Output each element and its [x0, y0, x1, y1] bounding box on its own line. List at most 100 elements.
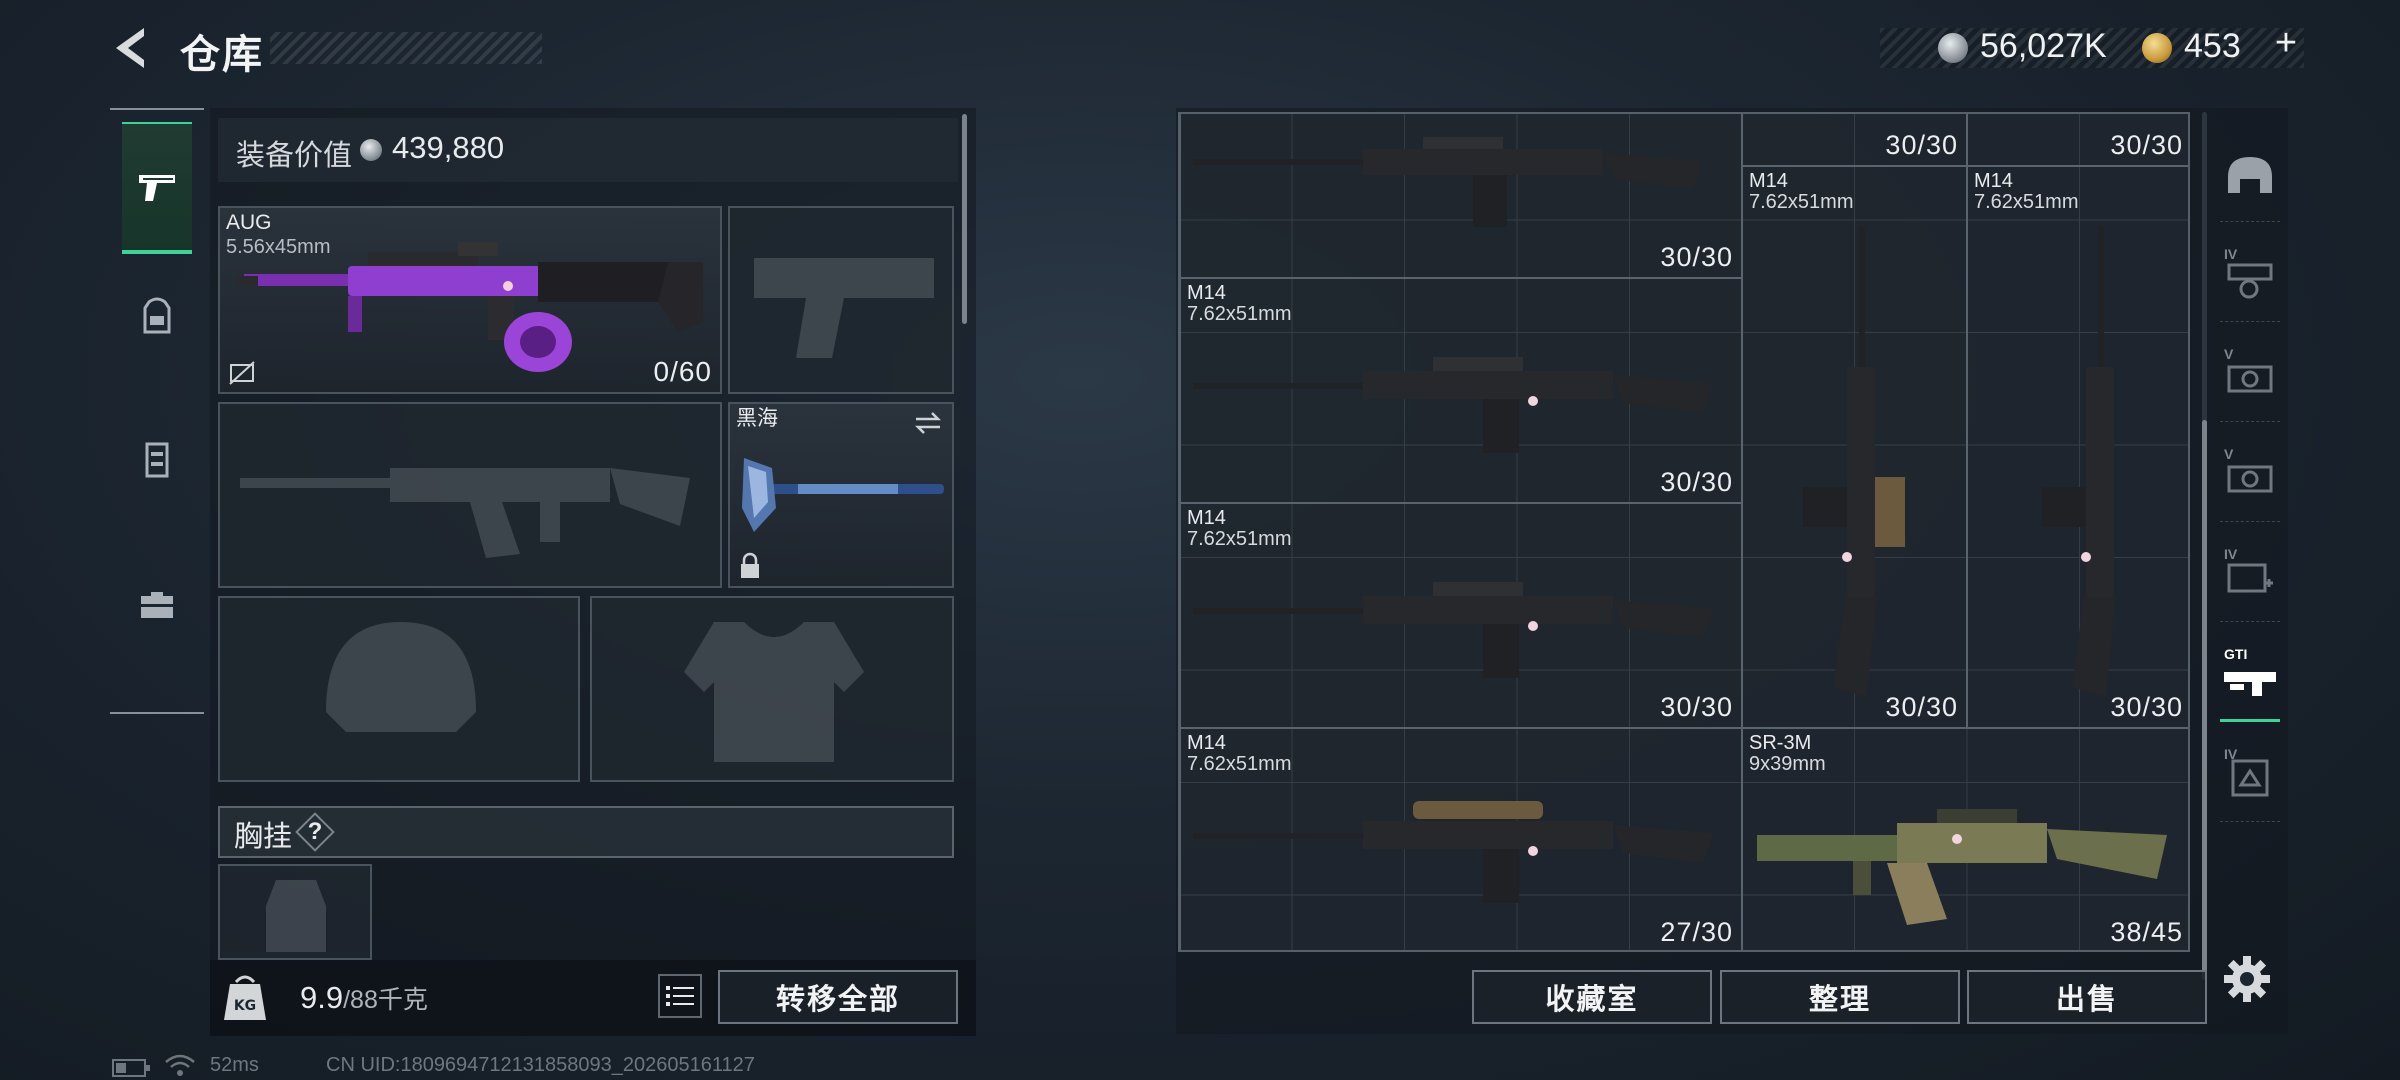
- filter-tab-helmet[interactable]: [2220, 132, 2280, 222]
- tier-label: GTI: [2224, 646, 2248, 662]
- item-ammo: 30/30: [1660, 242, 1733, 272]
- wifi-icon: [165, 1054, 195, 1076]
- sell-button[interactable]: 出售: [1967, 970, 2207, 1024]
- weight-icon: KG: [224, 975, 266, 1020]
- rifle-placeholder-icon: [240, 468, 690, 558]
- weapon-ammo: 0/60: [653, 356, 712, 387]
- gold-amount: 453: [2184, 27, 2241, 65]
- filter-tab-medical[interactable]: IV: [2220, 532, 2280, 622]
- chest-rig-placeholder-icon: [266, 880, 326, 952]
- item-name: M14: [1187, 507, 1226, 529]
- axe-icon: [742, 458, 944, 532]
- stash-item[interactable]: M14 7.62x51mm 30/30: [1180, 278, 1742, 503]
- pistol-icon: [139, 175, 175, 201]
- weight-icon-label: KG: [234, 998, 256, 1014]
- helmet-slot[interactable]: [218, 596, 580, 782]
- weight-display: 9.9/88千克: [300, 980, 428, 1016]
- help-label: ?: [307, 818, 323, 845]
- item-name: M14: [1187, 732, 1226, 754]
- stash-grid: 30/30 30/30 30/30 M14 7.62x51mm 30/30 M1…: [1178, 112, 2190, 952]
- m14-rifle-icon: [2042, 227, 2116, 697]
- item-ammo: 30/30: [1660, 692, 1733, 722]
- item-ammo: 30/30: [1885, 130, 1958, 160]
- item-ammo: 30/30: [1660, 467, 1733, 497]
- tier-label: V: [2224, 346, 2234, 362]
- item-caliber: 7.62x51mm: [1974, 191, 2079, 213]
- tier-label: IV: [2224, 246, 2238, 262]
- backpack-icon: [143, 297, 171, 334]
- tier-label: IV: [2224, 746, 2238, 762]
- category-weapons[interactable]: [122, 122, 192, 254]
- title-decoration: [270, 32, 542, 64]
- swap-icon[interactable]: [912, 410, 944, 436]
- stash-item[interactable]: 30/30: [1742, 114, 1967, 166]
- sr3m-rifle-icon: [1757, 809, 2167, 925]
- add-currency-button[interactable]: +: [2266, 22, 2306, 65]
- m14-rifle-icon: [1193, 137, 1703, 227]
- stash-item[interactable]: SR-3M 9x39mm 38/45: [1742, 728, 2188, 950]
- primary-weapon-slot[interactable]: AUG 5.56x45mm 0/60: [218, 206, 722, 394]
- silver-coin-icon: [1938, 33, 1968, 63]
- item-caliber: 7.62x51mm: [1749, 191, 1854, 213]
- battery-icon: [112, 1059, 150, 1077]
- tier-label: V: [2224, 446, 2234, 462]
- filter-tab-armor[interactable]: IV: [2220, 732, 2280, 822]
- category-vest[interactable]: [122, 394, 192, 526]
- back-button[interactable]: [108, 24, 156, 72]
- vest-icon: [145, 442, 169, 478]
- chest-rig-slot[interactable]: [218, 864, 372, 960]
- tier-label: IV: [2224, 546, 2238, 562]
- organize-button[interactable]: 整理: [1720, 970, 1960, 1024]
- aug-rifle-icon: [238, 242, 703, 372]
- melee-name: 黑海: [736, 407, 778, 430]
- back-arrow-icon: [116, 28, 144, 68]
- settings-gear-icon[interactable]: [2222, 954, 2272, 1004]
- armor-slot[interactable]: [590, 596, 954, 782]
- item-caliber: 7.62x51mm: [1187, 303, 1292, 325]
- filter-tab-optic-v[interactable]: V: [2220, 332, 2280, 422]
- help-icon[interactable]: ?: [298, 815, 332, 849]
- item-name: M14: [1187, 282, 1226, 304]
- uid-label: CN UID:1809694712131858093_202605161127: [326, 1054, 755, 1076]
- helmet-icon: [2228, 156, 2272, 193]
- filter-tab-optic-v2[interactable]: V: [2220, 432, 2280, 522]
- stash-item[interactable]: M14 7.62x51mm 30/30: [1742, 166, 1967, 728]
- helmet-placeholder-icon: [326, 622, 476, 732]
- melee-slot[interactable]: 黑海: [728, 402, 954, 588]
- armor-placeholder-icon: [684, 622, 864, 762]
- list-view-button[interactable]: [658, 974, 702, 1018]
- stash-item[interactable]: M14 7.62x51mm 30/30: [1967, 166, 2188, 728]
- category-backpack[interactable]: [122, 250, 192, 382]
- item-name: M14: [1974, 170, 2013, 192]
- stash-scrollbar[interactable]: [2202, 420, 2207, 980]
- stash-item[interactable]: M14 7.62x51mm 27/30: [1180, 728, 1742, 950]
- chest-rig-label: 胸挂: [234, 821, 293, 853]
- transfer-all-button[interactable]: 转移全部: [718, 970, 958, 1024]
- secondary-weapon-slot[interactable]: [218, 402, 722, 588]
- toolbox-icon: [141, 592, 173, 618]
- ping-label: 52ms: [210, 1054, 259, 1076]
- item-ammo: 30/30: [1885, 692, 1958, 722]
- filter-tab-scope[interactable]: IV: [2220, 232, 2280, 322]
- lock-icon: [741, 552, 759, 578]
- item-caliber: 7.62x51mm: [1187, 753, 1292, 775]
- item-caliber: 7.62x51mm: [1187, 528, 1292, 550]
- stash-item[interactable]: 30/30: [1967, 114, 2188, 166]
- m14-rifle-icon: [1803, 227, 1905, 697]
- pistol-slot[interactable]: [728, 206, 954, 394]
- category-nav: [110, 108, 204, 714]
- collection-room-button[interactable]: 收藏室: [1472, 970, 1712, 1024]
- stash-filter-tabs: IV V V IV GTI IV: [2212, 116, 2286, 956]
- item-ammo: 30/30: [2110, 692, 2183, 722]
- category-toolbox[interactable]: [122, 538, 192, 670]
- filter-tab-weapons[interactable]: GTI: [2220, 632, 2280, 722]
- weight-max: /88千克: [343, 986, 428, 1014]
- equipment-value-label: 装备价值: [236, 140, 353, 172]
- weight-current: 9.9: [300, 980, 344, 1015]
- stash-item[interactable]: 30/30: [1180, 114, 1742, 278]
- m14-scoped-rifle-icon: [1193, 801, 1713, 903]
- stash-item[interactable]: M14 7.62x51mm 30/30: [1180, 503, 1742, 728]
- gear-scrollbar[interactable]: [962, 114, 967, 324]
- no-insurance-icon: [229, 361, 255, 385]
- silver-amount: 56,027K: [1980, 27, 2107, 65]
